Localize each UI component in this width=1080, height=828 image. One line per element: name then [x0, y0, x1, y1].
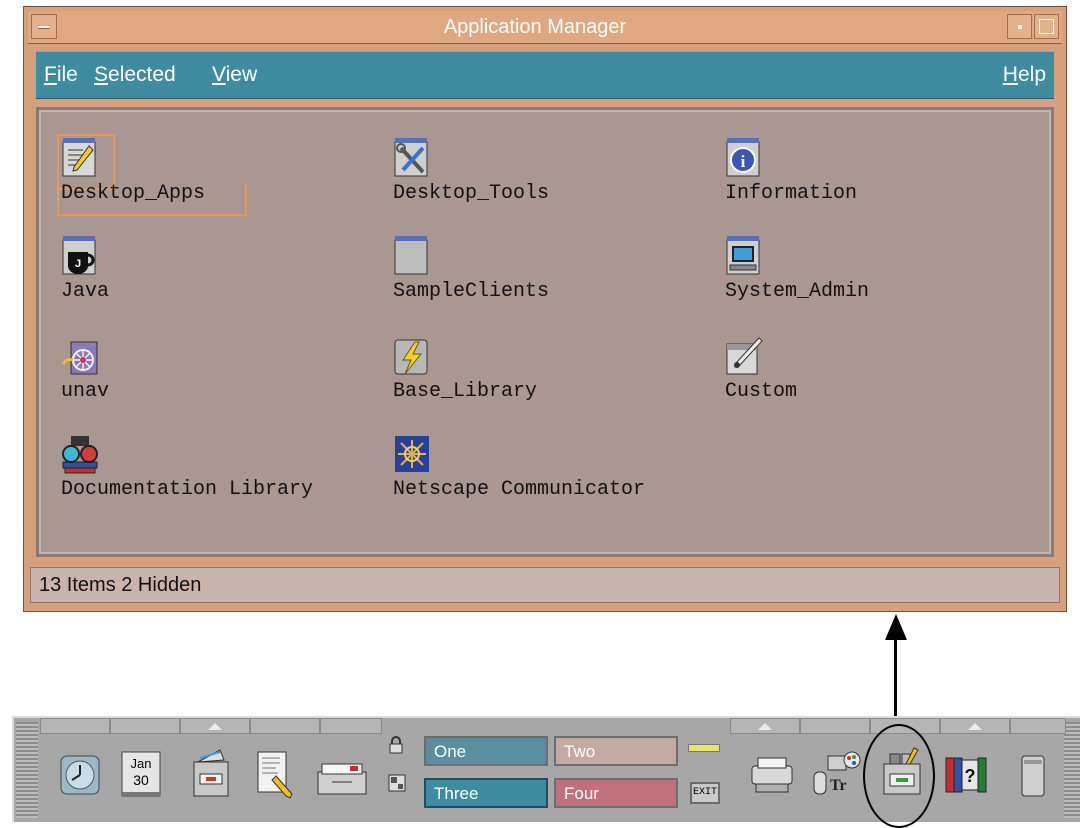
subpanel-arrow-text-editor[interactable]: [180, 718, 250, 734]
subpanel-tab: [250, 718, 320, 734]
workspace-button-one[interactable]: One: [424, 736, 548, 766]
calendar-month: Jan: [130, 756, 152, 771]
application-manager-window: Application Manager File Selected View H…: [23, 6, 1067, 612]
annotation-highlight-ring: [863, 724, 935, 828]
app-group-label: Information: [725, 182, 858, 205]
app-group-label: Netscape Communicator: [393, 478, 646, 501]
printer-icon: [751, 757, 793, 793]
document-pencil-icon: [257, 751, 293, 799]
app-group-label: SampleClients: [393, 280, 550, 303]
window-title: Application Manager: [443, 16, 627, 38]
help-books-icon: ?: [945, 757, 987, 793]
unav-icon: [61, 341, 98, 375]
pencil-canvas-icon: [726, 337, 763, 375]
folder-icon: [394, 236, 428, 275]
clock-icon: [60, 755, 100, 795]
trash-can-control[interactable]: [1004, 738, 1070, 818]
menu-view[interactable]: View: [212, 52, 257, 98]
busy-indicator: [688, 744, 720, 752]
calendar-day: 30: [133, 772, 149, 788]
printer-control[interactable]: [740, 738, 806, 818]
app-group-label: Custom: [725, 380, 798, 403]
svg-text:i: i: [741, 152, 746, 171]
netscape-icon: [395, 436, 429, 472]
binoculars-books-icon: [62, 436, 98, 474]
maximize-button[interactable]: [1034, 14, 1059, 39]
svg-text:Tr: Tr: [830, 777, 847, 794]
subpanel-tab: [800, 718, 870, 734]
subpanel-tab: [1010, 718, 1066, 734]
menu-file-mnemonic: F: [44, 63, 57, 86]
menu-selected-label: elected: [108, 63, 176, 86]
menu-selected-mnemonic: S: [94, 63, 109, 86]
lightning-icon: [394, 339, 428, 375]
menu-file[interactable]: File: [44, 52, 78, 98]
file-drawer-icon: [193, 749, 229, 797]
workspace-button-two[interactable]: Two: [554, 736, 678, 766]
item-count-status: 13 Items 2 Hidden: [39, 574, 202, 596]
subpanel-arrow-printer[interactable]: [730, 718, 800, 734]
panel-handle-left[interactable]: [16, 722, 38, 818]
mailer-control[interactable]: [312, 738, 378, 818]
minimize-button[interactable]: [1007, 14, 1032, 39]
app-group-label: Base_Library: [393, 380, 538, 403]
app-group-label: unav: [61, 380, 110, 403]
status-bar: 13 Items 2 Hidden: [30, 567, 1060, 603]
menu-view-mnemonic: V: [212, 63, 226, 86]
workspace-button-three[interactable]: Three: [424, 778, 548, 808]
menu-help-mnemonic: H: [1002, 63, 1018, 86]
lock-icon[interactable]: [388, 736, 404, 759]
workspace-button-four[interactable]: Four: [554, 778, 678, 808]
file-manager-control[interactable]: [180, 738, 246, 818]
exit-button[interactable]: EXIT: [690, 782, 720, 804]
icon-grid: Desktop_Apps Desktop_Tools i Information…: [49, 120, 1041, 544]
app-group-label: Desktop_Tools: [393, 182, 550, 205]
menu-file-label: ile: [56, 63, 78, 86]
menu-selected[interactable]: Selected: [94, 52, 176, 98]
clock-control[interactable]: [50, 738, 116, 818]
app-group-label: System_Admin: [725, 280, 870, 303]
svg-text:?: ?: [965, 766, 976, 786]
trash-can-icon: [1021, 755, 1045, 797]
text-editor-control[interactable]: [246, 738, 312, 818]
subpanel-tab: [40, 718, 110, 734]
workspace-layout-icon[interactable]: [388, 774, 406, 797]
menu-help-label: elp: [1017, 63, 1046, 86]
menu-bar: File Selected View Help: [36, 51, 1054, 99]
subpanel-arrow-help[interactable]: [940, 718, 1010, 734]
notepad-pencil-icon: [62, 138, 96, 177]
subpanel-tab: [320, 718, 382, 734]
svg-text:J: J: [75, 258, 81, 270]
subpanel-tab: [110, 718, 180, 734]
app-group-label: Java: [61, 280, 110, 303]
menu-help[interactable]: Help: [1003, 52, 1046, 98]
title-bar[interactable]: Application Manager: [28, 11, 1062, 44]
menu-view-label: iew: [225, 63, 258, 86]
java-coffee-icon: J: [62, 236, 96, 275]
app-group-label: Desktop_Apps: [61, 182, 206, 205]
mail-tray-icon: [317, 763, 367, 795]
help-manager-control[interactable]: ?: [938, 738, 1004, 818]
window-menu-button[interactable]: [31, 14, 57, 39]
application-group-area: Desktop_Apps Desktop_Tools i Information…: [36, 107, 1054, 557]
calendar-control[interactable]: Jan 30: [114, 738, 180, 818]
app-group-label: Documentation Library: [61, 478, 314, 501]
screwdriver-wrench-icon: [394, 138, 428, 177]
info-icon: i: [726, 138, 760, 177]
monitor-icon: [726, 236, 760, 275]
